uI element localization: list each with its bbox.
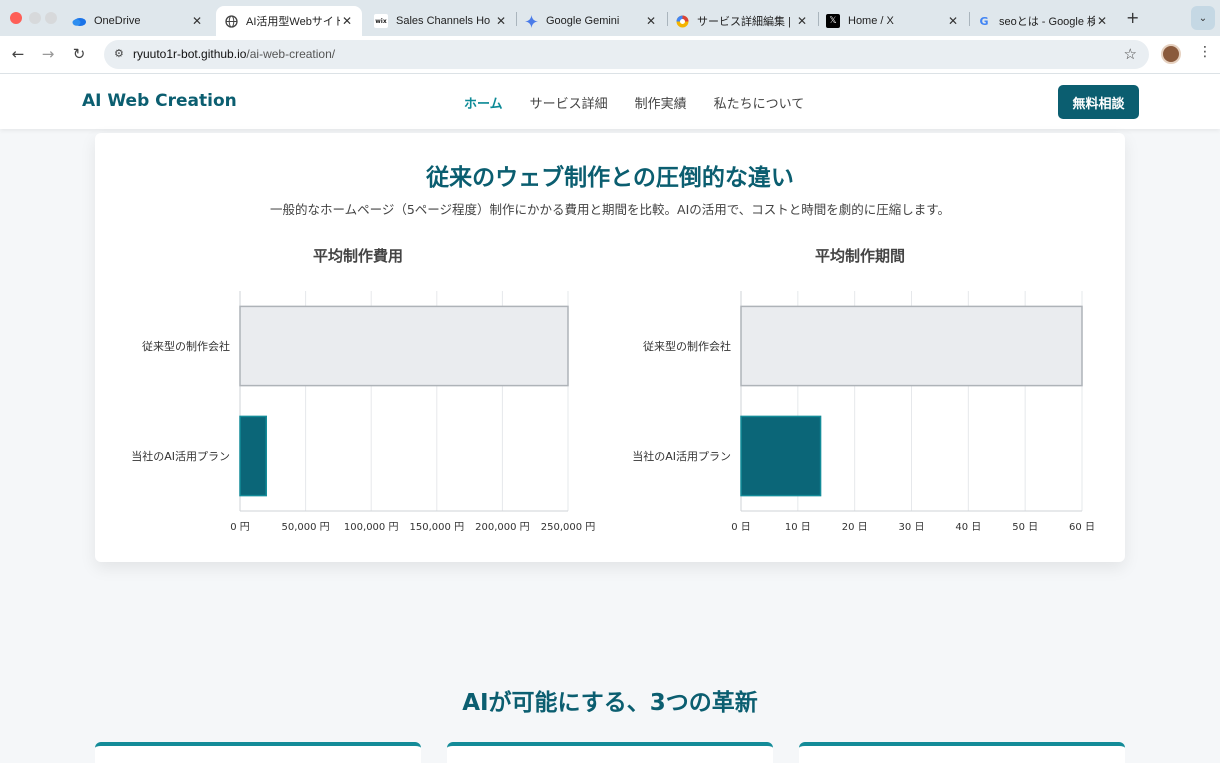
tab-title: AI活用型Webサイト制	[246, 16, 340, 28]
forward-arrow-icon[interactable]: →	[38, 45, 58, 63]
x-tick-label: 30 日	[899, 522, 925, 533]
zoom-window-button[interactable]	[45, 12, 57, 24]
wix-icon: wix	[374, 14, 388, 28]
address-bar[interactable]: ⚙ ryuuto1r-bot.github.io/ai-web-creation…	[104, 40, 1149, 69]
duration-chart: 0 日 10 日 20 日 30 日 40 日 50 日 60 日 従来型の制作会社当社のAI…	[632, 291, 1095, 533]
browser-tab-active[interactable]: AI活用型Webサイト制 ✕	[216, 6, 362, 36]
bar	[740, 415, 822, 497]
nav-about[interactable]: 私たちについて	[714, 93, 805, 112]
site-logo[interactable]: AI Web Creation	[82, 91, 237, 111]
bar	[740, 305, 1083, 387]
x-tick-label: 50,000 円	[282, 522, 330, 533]
close-tab-icon[interactable]: ✕	[1095, 14, 1109, 28]
feature-card	[447, 742, 773, 763]
tab-title: サービス詳細編集 | コ	[697, 16, 795, 28]
x-tick-label: 0 円	[230, 522, 250, 533]
nav-service-details[interactable]: サービス詳細	[530, 93, 608, 112]
x-icon: 𝕏	[826, 14, 840, 28]
close-tab-icon[interactable]: ✕	[340, 14, 354, 28]
close-tab-icon[interactable]: ✕	[190, 14, 204, 28]
x-tick-label: 50 日	[1012, 522, 1038, 533]
back-arrow-icon[interactable]: ←	[8, 45, 28, 63]
tab-title: Google Gemini	[546, 15, 620, 27]
browser-tab[interactable]: Google Gemini ✕	[518, 6, 664, 36]
gemini-icon	[524, 14, 538, 28]
cost-chart-title: 平均制作費用	[312, 247, 403, 265]
bookmark-star-icon[interactable]: ☆	[1124, 45, 1137, 63]
close-tab-icon[interactable]: ✕	[494, 14, 508, 28]
category-label: 当社のAI活用プラン	[131, 449, 230, 463]
tab-title: Home / X	[848, 15, 894, 27]
free-consultation-button[interactable]: 無料相談	[1058, 85, 1139, 119]
close-tab-icon[interactable]: ✕	[795, 14, 809, 28]
x-tick-label: 10 日	[785, 522, 811, 533]
tab-search-icon[interactable]: ⌄	[1191, 6, 1215, 30]
browser-tab[interactable]: サービス詳細編集 | コ ✕	[669, 6, 815, 36]
x-tick-label: 150,000 円	[410, 522, 465, 533]
profile-avatar[interactable]	[1161, 44, 1181, 64]
cost-chart: 0 円 50,000 円 100,000 円 150,000 円 200,000 円 25…	[131, 291, 596, 533]
tab-title: Sales Channels Ho	[396, 15, 491, 27]
x-tick-label: 250,000 円	[541, 522, 596, 533]
globe-icon	[224, 14, 238, 28]
x-tick-label: 20 日	[842, 522, 868, 533]
tab-title: seoとは - Google 検	[999, 16, 1095, 28]
category-label: 当社のAI活用プラン	[632, 449, 731, 463]
site-settings-icon[interactable]: ⚙	[114, 47, 124, 60]
duration-chart-title: 平均制作期間	[814, 247, 905, 265]
nav-portfolio[interactable]: 制作実績	[635, 93, 687, 112]
close-window-button[interactable]	[10, 12, 22, 24]
browser-tab[interactable]: G seoとは - Google 検 ✕	[971, 6, 1115, 36]
new-tab-icon[interactable]: +	[1126, 8, 1139, 27]
close-tab-icon[interactable]: ✕	[644, 14, 658, 28]
bar	[239, 305, 569, 387]
comparison-subtitle: 一般的なホームページ（5ページ程度）制作にかかる費用と期間を比較。AIの活用で、…	[269, 202, 951, 217]
category-label: 従来型の制作会社	[142, 339, 230, 353]
comparison-card: 従来のウェブ制作との圧倒的な違い 一般的なホームページ（5ページ程度）制作にかか…	[95, 133, 1125, 562]
reload-icon[interactable]: ↻	[69, 45, 89, 63]
nav-home[interactable]: ホーム	[464, 93, 503, 112]
browser-tab-bar: OneDrive ✕ AI活用型Webサイト制 ✕ wix Sales Chan…	[0, 0, 1220, 36]
minimize-window-button[interactable]	[29, 12, 41, 24]
x-tick-label: 0 日	[731, 522, 751, 533]
category-label: 従来型の制作会社	[643, 339, 731, 353]
url-text: ryuuto1r-bot.github.io/ai-web-creation/	[133, 47, 336, 61]
feature-card	[799, 742, 1125, 763]
bar	[239, 415, 267, 497]
tab-title: OneDrive	[94, 15, 141, 27]
more-menu-icon[interactable]: ⋮	[1198, 44, 1212, 60]
google-icon: G	[979, 14, 989, 28]
service-edit-icon	[675, 14, 689, 28]
site-header: AI Web Creation ホーム サービス詳細 制作実績 私たちについて …	[0, 74, 1220, 129]
x-tick-label: 200,000 円	[475, 522, 530, 533]
close-tab-icon[interactable]: ✕	[946, 14, 960, 28]
feature-card	[95, 742, 421, 763]
innovations-title: AIが可能にする、3つの革新	[462, 690, 758, 716]
x-tick-label: 100,000 円	[344, 522, 399, 533]
onedrive-icon	[72, 14, 86, 28]
address-toolbar: ← → ↻ ⚙ ryuuto1r-bot.github.io/ai-web-cr…	[0, 36, 1220, 74]
browser-tab[interactable]: OneDrive ✕	[66, 6, 210, 36]
x-tick-label: 60 日	[1069, 522, 1095, 533]
x-tick-label: 40 日	[955, 522, 981, 533]
comparison-title: 従来のウェブ制作との圧倒的な違い	[426, 165, 794, 191]
browser-tab[interactable]: 𝕏 Home / X ✕	[820, 6, 966, 36]
main-nav: ホーム サービス詳細 制作実績 私たちについて	[464, 93, 831, 112]
browser-tab[interactable]: wix Sales Channels Ho ✕	[368, 6, 514, 36]
